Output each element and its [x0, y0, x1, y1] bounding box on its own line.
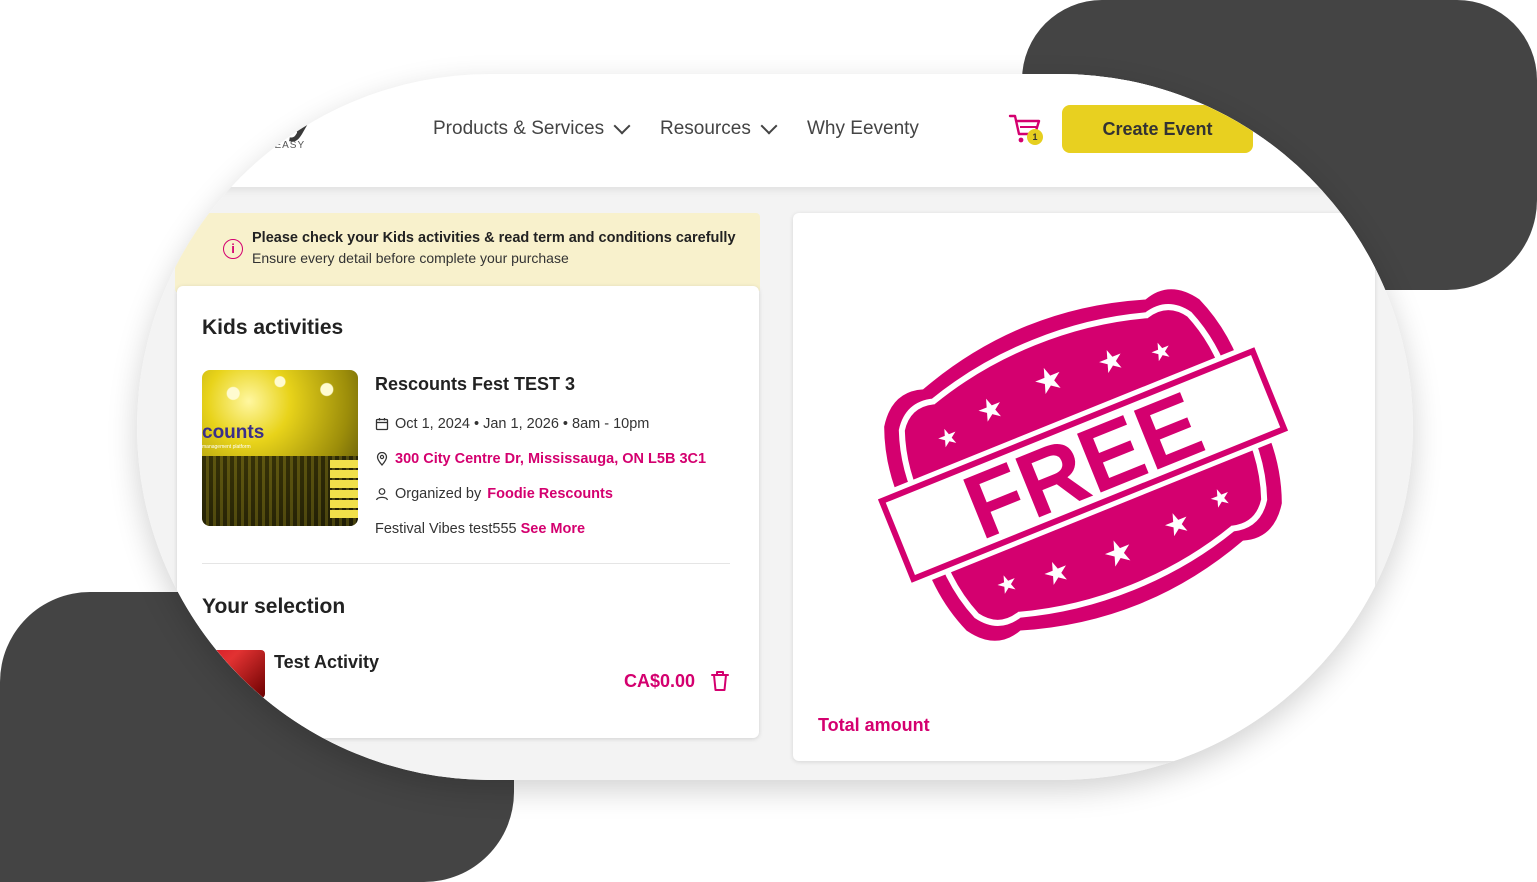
selection-price: CA$0.00 — [624, 671, 696, 691]
image-list-graphic — [330, 460, 358, 520]
chevron-down-icon — [613, 117, 631, 135]
location-pin-icon — [376, 452, 388, 466]
cart-count-badge: 1 — [1027, 129, 1043, 145]
user-icon — [375, 488, 389, 501]
section-divider — [202, 563, 730, 564]
event-title[interactable]: Rescounts Fest TEST 3 — [375, 374, 575, 395]
notice-subtitle: Ensure every detail before complete your… — [252, 250, 569, 266]
create-event-button[interactable]: Create Event — [1062, 105, 1253, 153]
event-organizer: Organized by Foodie Rescounts — [375, 486, 613, 502]
calendar-icon — [375, 418, 389, 431]
nav-products-services[interactable]: Products & Services — [433, 117, 631, 140]
trash-icon[interactable] — [709, 669, 731, 693]
nav-why-label: Why Eeventy — [807, 118, 919, 139]
eeventy-logo[interactable]: nty E EASY — [255, 98, 313, 151]
event-image[interactable]: counts management platform — [202, 370, 358, 526]
info-icon: i — [223, 239, 243, 259]
nav-why-eeventy[interactable]: Why Eeventy — [807, 118, 919, 140]
event-dates: Oct 1, 2024 • Jan 1, 2026 • 8am - 10pm — [375, 416, 649, 432]
free-stamp-image: FREE ★ ★ ★ ★ ★ ★ ★ ★ ★ ★ — [877, 289, 1289, 641]
image-brand-subtext: management platform — [202, 444, 251, 450]
event-description: Festival Vibes test555 See More — [375, 521, 585, 537]
image-brand-text: counts — [202, 422, 265, 443]
selection-item-name: Test Activity — [274, 652, 380, 672]
top-navigation-bar: nty E EASY Products & Services Resources… — [137, 74, 1413, 187]
nav-resources-label: Resources — [660, 118, 751, 139]
page-content: nty E EASY Products & Services Resources… — [137, 74, 1413, 780]
screenshot-frame: nty E EASY Products & Services Resources… — [137, 74, 1413, 780]
event-dates-text: Oct 1, 2024 • Jan 1, 2026 • 8am - 10pm — [395, 416, 650, 432]
selection-thumbnail — [167, 650, 265, 698]
chevron-down-icon — [760, 117, 778, 135]
organizer-link[interactable]: Foodie Rescounts — [487, 486, 613, 502]
logo-tagline: E EASY — [263, 140, 306, 151]
event-description-text: Festival Vibes test555 — [375, 521, 517, 537]
see-more-link[interactable]: See More — [521, 521, 585, 537]
organizer-prefix: Organized by — [395, 486, 482, 502]
logo-wordmark: nty — [255, 98, 313, 142]
event-address-link[interactable]: 300 City Centre Dr, Mississauga, ON L5B … — [395, 451, 706, 467]
event-location: 300 City Centre Dr, Mississauga, ON L5B … — [375, 451, 706, 467]
nav-resources[interactable]: Resources — [660, 117, 778, 140]
order-summary-card: FREE ★ ★ ★ ★ ★ ★ ★ ★ ★ ★ Total amount — [793, 213, 1375, 761]
order-details-card: Kids activities counts management platfo… — [167, 286, 759, 738]
notice-title: Please check your Kids activities & read… — [252, 230, 736, 246]
notice-banner: i Please check your Kids activities & re… — [175, 213, 760, 293]
total-amount-label: Total amount — [818, 715, 930, 735]
section-title-kids-activities: Kids activities — [202, 316, 344, 339]
section-title-your-selection: Your selection — [202, 595, 346, 618]
nav-products-label: Products & Services — [433, 118, 605, 139]
